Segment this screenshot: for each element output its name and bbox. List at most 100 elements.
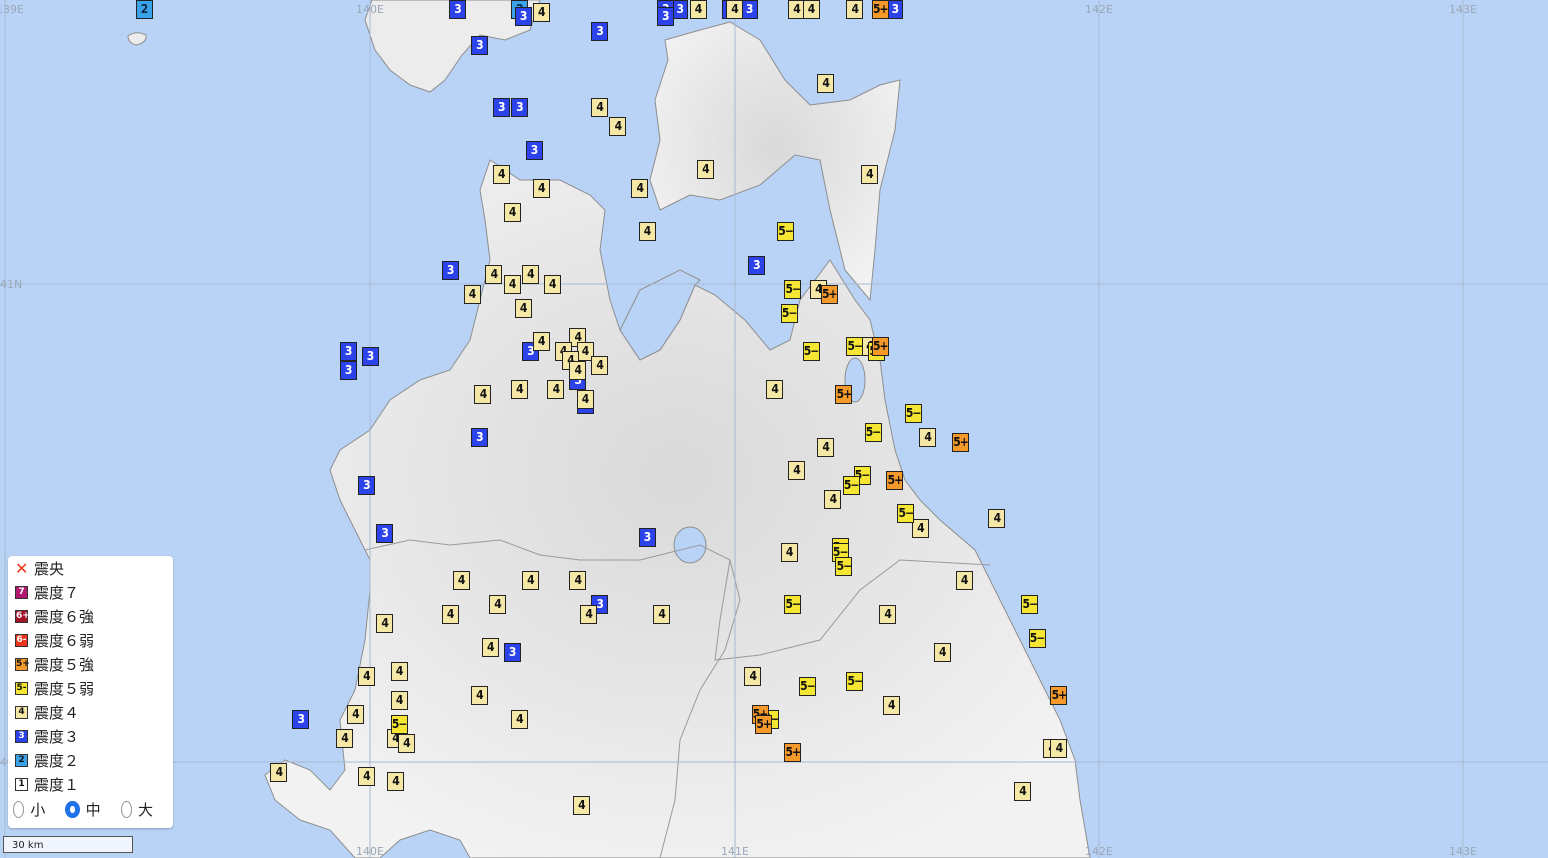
station-marker[interactable]: 5−: [904, 404, 922, 424]
station-marker[interactable]: 5−: [784, 279, 802, 299]
station-marker[interactable]: 5−: [1028, 628, 1046, 648]
station-marker[interactable]: 5+: [755, 714, 773, 734]
station-marker[interactable]: 4: [521, 265, 539, 285]
station-marker[interactable]: 4: [474, 384, 492, 404]
station-marker[interactable]: 4: [802, 0, 820, 19]
station-marker[interactable]: 5−: [1021, 595, 1039, 615]
station-marker[interactable]: 4: [638, 222, 656, 242]
station-marker[interactable]: 5−: [864, 423, 882, 443]
station-marker[interactable]: 3: [656, 7, 674, 27]
station-marker[interactable]: 3: [361, 346, 379, 366]
station-marker[interactable]: 4: [817, 74, 835, 94]
station-marker[interactable]: 4: [955, 571, 973, 591]
station-marker[interactable]: 4: [1050, 738, 1068, 758]
station-marker[interactable]: 4: [787, 461, 805, 481]
station-marker[interactable]: 4: [919, 427, 937, 447]
station-marker[interactable]: 4: [481, 638, 499, 658]
station-marker[interactable]: 3: [470, 427, 488, 447]
station-marker[interactable]: 3: [492, 98, 510, 118]
station-marker[interactable]: 4: [532, 2, 550, 22]
station-marker[interactable]: 4: [335, 729, 353, 749]
station-marker[interactable]: 4: [532, 332, 550, 352]
station-marker[interactable]: 4: [933, 643, 951, 663]
station-marker[interactable]: 4: [485, 265, 503, 285]
station-marker[interactable]: 3: [591, 21, 609, 41]
station-marker[interactable]: 4: [569, 361, 587, 381]
station-marker[interactable]: 4: [270, 762, 288, 782]
station-marker[interactable]: 4: [911, 518, 929, 538]
station-marker[interactable]: 4: [510, 380, 528, 400]
station-marker[interactable]: 4: [696, 160, 714, 180]
station-marker[interactable]: 3: [638, 528, 656, 548]
station-marker[interactable]: 5+: [820, 284, 838, 304]
station-marker[interactable]: 4: [397, 733, 415, 753]
station-marker[interactable]: 4: [521, 571, 539, 591]
base-map[interactable]: 139E 140E 141E 142E 143E 41N 40N 140E 14…: [0, 0, 1548, 858]
station-marker[interactable]: 4: [470, 686, 488, 706]
station-marker[interactable]: 4: [441, 604, 459, 624]
station-marker[interactable]: 4: [653, 604, 671, 624]
station-marker[interactable]: 3: [441, 260, 459, 280]
station-marker[interactable]: 4: [879, 604, 897, 624]
station-marker[interactable]: 4: [882, 695, 900, 715]
station-marker[interactable]: 3: [510, 98, 528, 118]
station-marker[interactable]: 4: [766, 380, 784, 400]
station-marker[interactable]: 5−: [846, 671, 864, 691]
station-marker[interactable]: 5−: [390, 714, 408, 734]
station-marker[interactable]: 5+: [871, 0, 889, 19]
station-marker[interactable]: 4: [591, 356, 609, 376]
station-marker[interactable]: 5−: [780, 303, 798, 323]
station-marker[interactable]: 5−: [777, 222, 795, 242]
station-marker[interactable]: 3: [448, 0, 466, 19]
station-marker[interactable]: 3: [525, 141, 543, 161]
station-marker[interactable]: 3: [376, 523, 394, 543]
station-marker[interactable]: 3: [470, 36, 488, 55]
station-marker[interactable]: 4: [387, 772, 404, 792]
station-marker[interactable]: 4: [357, 666, 375, 686]
station-marker[interactable]: 4: [390, 662, 408, 682]
station-marker[interactable]: 4: [569, 571, 587, 591]
station-marker[interactable]: 5−: [897, 504, 915, 524]
station-marker[interactable]: 5+: [1050, 686, 1068, 706]
station-marker[interactable]: 3: [747, 255, 765, 275]
station-marker[interactable]: 3: [357, 475, 375, 495]
station-marker[interactable]: 5+: [784, 743, 802, 763]
station-marker[interactable]: 5−: [802, 341, 820, 361]
station-marker[interactable]: 4: [547, 380, 565, 400]
station-marker[interactable]: 4: [572, 796, 590, 816]
station-marker[interactable]: 4: [346, 705, 364, 725]
station-marker[interactable]: 5+: [871, 337, 889, 357]
station-marker[interactable]: 3: [740, 0, 758, 19]
station-marker[interactable]: 4: [1013, 781, 1031, 801]
station-marker[interactable]: 5−: [842, 475, 860, 495]
station-marker[interactable]: 3: [292, 709, 310, 729]
station-marker[interactable]: 4: [846, 0, 864, 19]
station-marker[interactable]: 5−: [784, 595, 802, 615]
station-marker[interactable]: 4: [744, 666, 762, 686]
station-marker[interactable]: 4: [580, 604, 598, 624]
station-marker[interactable]: 4: [489, 595, 507, 615]
station-marker[interactable]: 4: [631, 179, 649, 199]
station-marker[interactable]: 3: [339, 361, 357, 381]
station-marker[interactable]: 4: [357, 767, 375, 787]
station-marker[interactable]: 5+: [951, 432, 969, 452]
station-marker[interactable]: 4: [576, 389, 594, 409]
station-marker[interactable]: 3: [339, 341, 357, 361]
station-marker[interactable]: 5−: [835, 557, 853, 577]
station-marker[interactable]: 4: [376, 614, 394, 634]
station-marker[interactable]: 4: [514, 298, 532, 318]
station-marker[interactable]: 5−: [846, 337, 864, 357]
station-marker[interactable]: 4: [503, 275, 521, 294]
station-marker[interactable]: 4: [390, 690, 408, 710]
station-marker[interactable]: 2: [135, 0, 153, 19]
station-marker[interactable]: 4: [689, 0, 707, 19]
station-marker[interactable]: 5+: [835, 384, 853, 404]
station-marker[interactable]: 3: [503, 643, 521, 663]
station-marker[interactable]: 4: [492, 165, 510, 185]
station-marker[interactable]: 4: [726, 0, 743, 19]
station-marker[interactable]: 4: [988, 509, 1006, 529]
station-marker[interactable]: 4: [510, 709, 528, 729]
station-marker[interactable]: 4: [463, 284, 481, 304]
size-radio-large[interactable]: [120, 800, 132, 818]
station-marker[interactable]: 4: [609, 117, 627, 137]
